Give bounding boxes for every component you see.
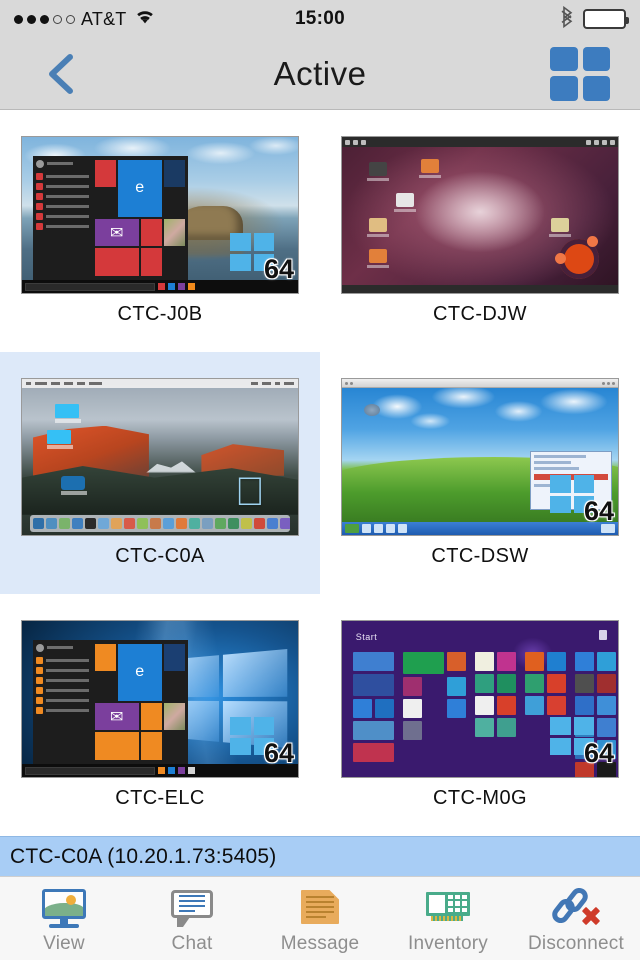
status-bar: AT&T 15:00 [0,0,640,38]
machine-cell-ctc-m0g[interactable]: Start 64 CTC-M0G [320,594,640,836]
machine-grid: e ✉ 64 CTC-J0B CTC-DJW CTC-C0A 64 CTC-DS… [0,110,640,836]
machine-name-label: CTC-J0B [117,303,203,325]
machine-cell-ctc-dsw[interactable]: 64 CTC-DSW [320,352,640,594]
machine-cell-ctc-j0b[interactable]: e ✉ 64 CTC-J0B [0,110,320,352]
dock-preview [30,515,290,532]
architecture-badge-label: 64 [583,496,614,526]
user-avatar [598,630,607,641]
machine-cell-ctc-djw[interactable]: CTC-DJW [320,110,640,352]
desktop-thumbnail-windows-10-hero[interactable]: e ✉ 64 [21,620,299,778]
disconnect-button[interactable]: Disconnect [512,883,640,955]
machine-name-label: CTC-DJW [433,303,527,325]
selected-machine-label: CTC-C0A (10.20.1.73:5405) [10,844,277,868]
disconnect-button-label: Disconnect [528,932,624,954]
message-button[interactable]: Message [256,883,384,955]
ubuntu-logo-icon [554,235,599,279]
machine-cell-ctc-c0a[interactable]:  CTC-C0A [0,352,320,594]
clock-label: 15:00 [294,8,346,29]
status-bar-right [560,5,629,33]
page-title: Active [273,54,367,92]
chat-button-label: Chat [171,932,213,954]
apple-logo-icon:  [235,472,265,512]
view-button[interactable]: View [0,883,128,955]
architecture-badge: 64 [544,717,614,768]
machine-name-label: CTC-DSW [431,545,529,567]
desktop-thumbnail-windows-xp[interactable]: 64 [341,378,619,536]
desktop-thumbnail-macos[interactable]:  [21,378,299,536]
battery-icon [583,9,629,29]
architecture-badge-label: 64 [263,738,294,768]
architecture-badge-label: 64 [583,738,614,768]
message-button-label: Message [280,932,360,954]
inventory-button[interactable]: Inventory [384,883,512,955]
desktop-thumbnail-windows-10[interactable]: e ✉ 64 [21,136,299,294]
architecture-badge: 64 [224,717,294,768]
bottom-toolbar: View Chat Message Inventory Disconnect [0,876,640,960]
desktop-thumbnail-windows-8[interactable]: Start 64 [341,620,619,778]
machine-cell-ctc-elc[interactable]: e ✉ 64 CTC-ELC [0,594,320,836]
grid-view-icon[interactable] [550,46,610,101]
app-screen: AT&T 15:00 Active e ✉ 64 CTC-J0B CTC-DJW… [0,0,640,960]
bluetooth-icon [560,5,574,33]
machine-name-label: CTC-C0A [115,545,205,567]
back-button[interactable] [44,52,78,96]
architecture-badge: 64 [224,233,294,284]
start-screen-label: Start [355,631,378,642]
start-menu-preview: e ✉ [33,639,188,764]
inventory-button-label: Inventory [408,932,488,954]
desktop-thumbnail-ubuntu[interactable] [341,136,619,294]
broken-chain-icon [548,884,603,930]
memory-card-icon [421,888,475,930]
chat-button[interactable]: Chat [128,883,256,955]
machine-name-label: CTC-ELC [115,787,205,809]
navigation-bar: Active [0,38,640,110]
monitor-picture-icon [37,888,91,930]
selected-machine-bar[interactable]: CTC-C0A (10.20.1.73:5405) [0,836,640,876]
view-button-label: View [43,932,85,954]
document-icon [293,888,347,930]
architecture-badge: 64 [544,475,614,526]
speech-bubble-icon [165,888,219,930]
machine-name-label: CTC-M0G [433,787,527,809]
start-menu-preview: e ✉ [33,155,188,280]
architecture-badge-label: 64 [263,254,294,284]
